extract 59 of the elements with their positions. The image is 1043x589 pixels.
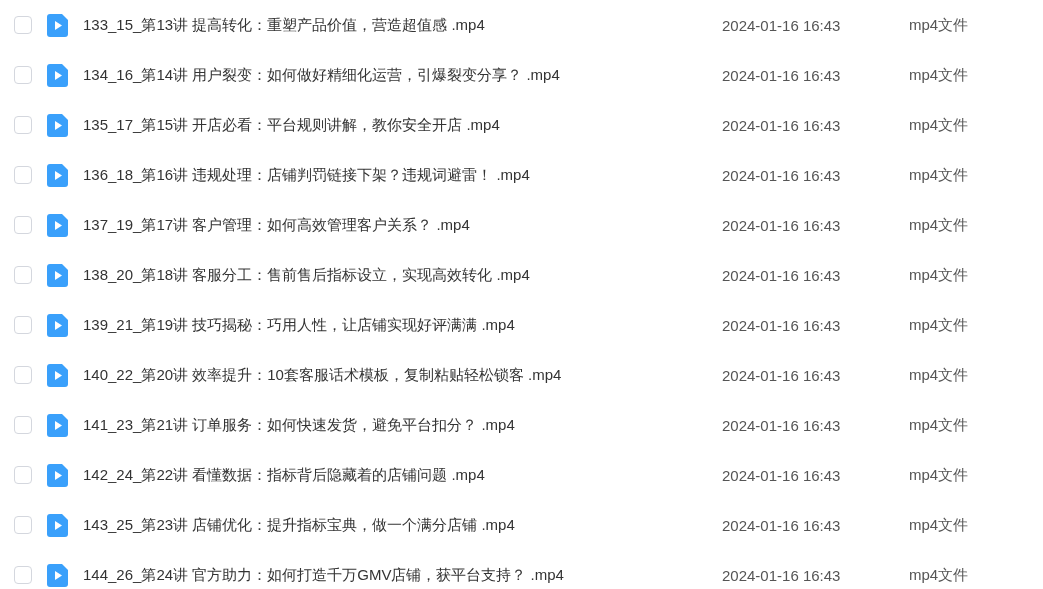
checkbox[interactable] — [14, 166, 32, 184]
video-file-icon — [47, 113, 68, 137]
modified-date: 2024-01-16 16:43 — [722, 366, 842, 384]
checkbox[interactable] — [14, 416, 32, 434]
file-type: mp4文件 — [909, 465, 969, 485]
file-type: mp4文件 — [909, 515, 969, 535]
modified-date: 2024-01-16 16:43 — [722, 516, 842, 534]
file-type: mp4文件 — [909, 315, 969, 335]
modified-date: 2024-01-16 16:43 — [722, 316, 842, 334]
file-name[interactable]: 144_26_第24讲 官方助力：如何打造千万GMV店铺，获平台支持？ .mp4 — [83, 565, 722, 585]
modified-date: 2024-01-16 16:43 — [722, 216, 842, 234]
checkbox[interactable] — [14, 116, 32, 134]
checkbox[interactable] — [14, 516, 32, 534]
video-file-icon — [47, 513, 68, 537]
modified-date: 2024-01-16 16:43 — [722, 266, 842, 284]
file-name[interactable]: 141_23_第21讲 订单服务：如何快速发货，避免平台扣分？ .mp4 — [83, 415, 722, 435]
video-file-icon — [47, 163, 68, 187]
modified-date: 2024-01-16 16:43 — [722, 16, 842, 34]
file-name[interactable]: 140_22_第20讲 效率提升：10套客服话术模板，复制粘贴轻松锁客 .mp4 — [83, 365, 722, 385]
video-file-icon — [47, 13, 68, 37]
video-file-icon — [47, 363, 68, 387]
file-type: mp4文件 — [909, 215, 969, 235]
file-name[interactable]: 138_20_第18讲 客服分工：售前售后指标设立，实现高效转化 .mp4 — [83, 265, 722, 285]
file-type: mp4文件 — [909, 115, 969, 135]
checkbox[interactable] — [14, 566, 32, 584]
checkbox[interactable] — [14, 366, 32, 384]
checkbox[interactable] — [14, 16, 32, 34]
video-file-icon — [47, 313, 68, 337]
file-name[interactable]: 133_15_第13讲 提高转化：重塑产品价值，营造超值感 .mp4 — [83, 15, 722, 35]
checkbox[interactable] — [14, 266, 32, 284]
modified-date: 2024-01-16 16:43 — [722, 566, 842, 584]
file-type: mp4文件 — [909, 415, 969, 435]
video-file-icon — [47, 463, 68, 487]
video-file-icon — [47, 263, 68, 287]
file-name[interactable]: 135_17_第15讲 开店必看：平台规则讲解，教你安全开店 .mp4 — [83, 115, 722, 135]
file-name[interactable]: 134_16_第14讲 用户裂变：如何做好精细化运营，引爆裂变分享？ .mp4 — [83, 65, 722, 85]
file-type: mp4文件 — [909, 365, 969, 385]
video-file-icon — [47, 413, 68, 437]
modified-date: 2024-01-16 16:43 — [722, 416, 842, 434]
file-type: mp4文件 — [909, 565, 969, 585]
video-file-icon — [47, 213, 68, 237]
video-file-icon — [47, 63, 68, 87]
file-name[interactable]: 142_24_第22讲 看懂数据：指标背后隐藏着的店铺问题 .mp4 — [83, 465, 722, 485]
file-type: mp4文件 — [909, 15, 969, 35]
checkbox[interactable] — [14, 316, 32, 334]
file-name[interactable]: 139_21_第19讲 技巧揭秘：巧用人性，让店铺实现好评满满 .mp4 — [83, 315, 722, 335]
modified-date: 2024-01-16 16:43 — [722, 166, 842, 184]
checkbox[interactable] — [14, 66, 32, 84]
checkbox[interactable] — [14, 216, 32, 234]
modified-date: 2024-01-16 16:43 — [722, 116, 842, 134]
file-type: mp4文件 — [909, 265, 969, 285]
file-type: mp4文件 — [909, 165, 969, 185]
file-name[interactable]: 136_18_第16讲 违规处理：店铺判罚链接下架？违规词避雷！ .mp4 — [83, 165, 722, 185]
file-name[interactable]: 137_19_第17讲 客户管理：如何高效管理客户关系？ .mp4 — [83, 215, 722, 235]
modified-date: 2024-01-16 16:43 — [722, 66, 842, 84]
modified-date: 2024-01-16 16:43 — [722, 466, 842, 484]
checkbox[interactable] — [14, 466, 32, 484]
file-type: mp4文件 — [909, 65, 969, 85]
file-name[interactable]: 143_25_第23讲 店铺优化：提升指标宝典，做一个满分店铺 .mp4 — [83, 515, 722, 535]
